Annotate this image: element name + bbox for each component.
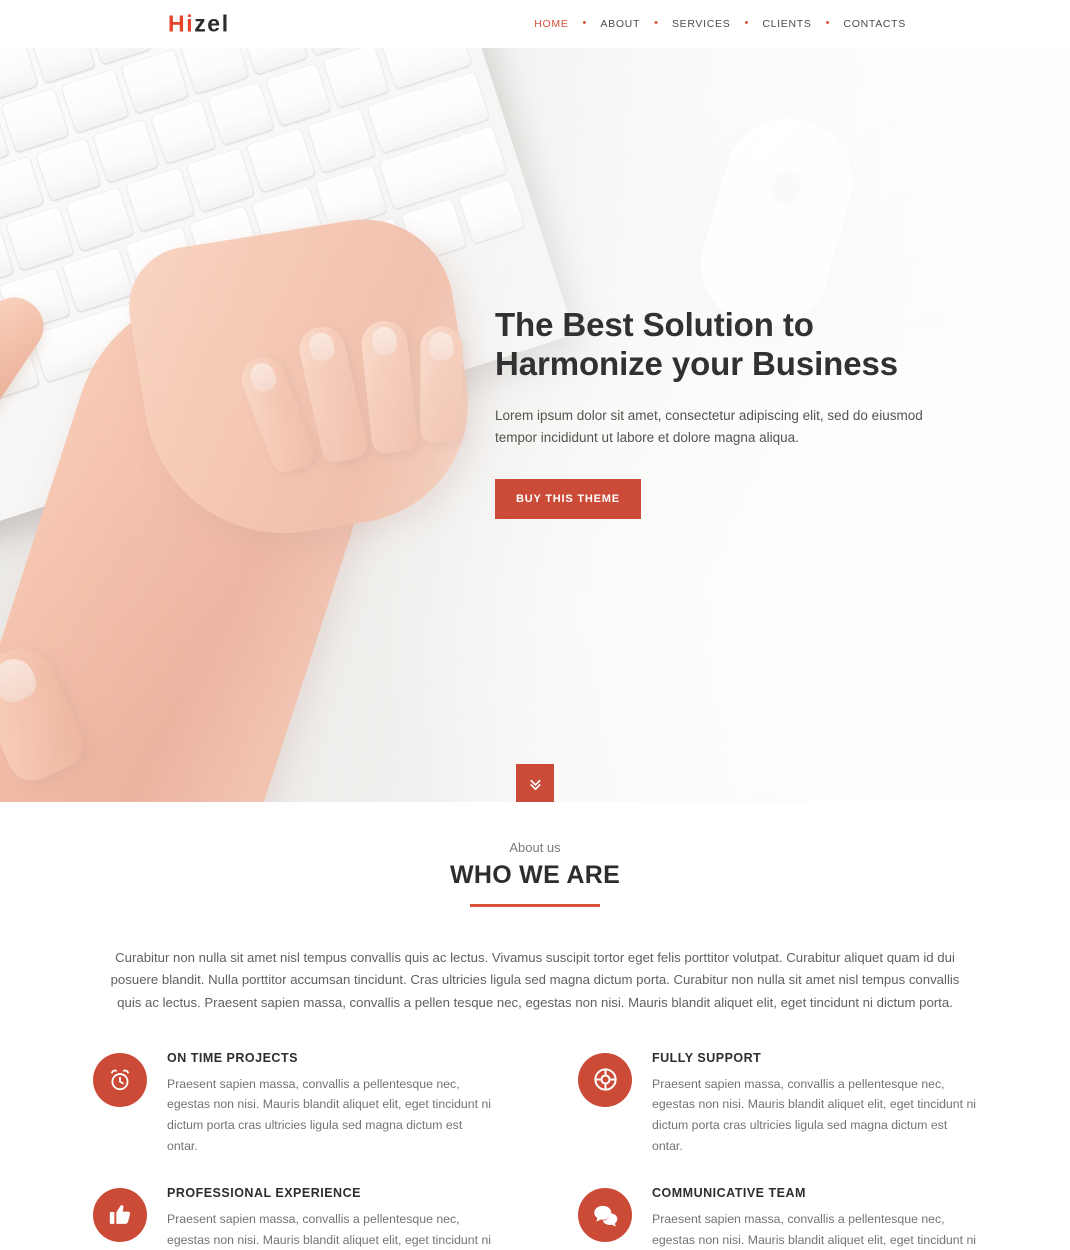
nav-item-contacts[interactable]: CONTACTS — [829, 18, 920, 30]
hero-title-line-2: Harmonize your Business — [495, 344, 898, 382]
hero-section: The Best Solution to Harmonize your Busi… — [0, 48, 1070, 802]
feature-text: Praesent sapien massa, convallis a pelle… — [167, 1212, 492, 1247]
logo-primary-text: Hi — [168, 10, 195, 37]
title-underline-rule — [470, 903, 600, 907]
hero-copy-block: The Best Solution to Harmonize your Busi… — [495, 306, 965, 519]
feature-item-professional-experience: PROFESSIONAL EXPERIENCE Praesent sapien … — [93, 1184, 492, 1250]
about-subtitle: About us — [509, 840, 561, 855]
nav-item-about[interactable]: ABOUT — [586, 18, 654, 30]
about-paragraph: Curabitur non nulla sit amet nisl tempus… — [110, 949, 960, 1010]
feature-text: Praesent sapien massa, convallis a pelle… — [652, 1212, 977, 1247]
finger — [420, 326, 463, 443]
scroll-down-button[interactable] — [516, 764, 554, 802]
nav-item-services[interactable]: SERVICES — [658, 18, 745, 30]
feature-title: ON TIME PROJECTS — [167, 1050, 298, 1065]
hero-title-line-1: The Best Solution to — [495, 306, 814, 343]
feature-title: COMMUNICATIVE TEAM — [652, 1186, 806, 1201]
chevron-double-down-icon — [527, 775, 544, 792]
thumbs-up-icon — [93, 1188, 147, 1243]
nav-item-clients[interactable]: CLIENTS — [748, 18, 825, 30]
nav-item-home[interactable]: HOME — [520, 18, 582, 30]
hero-title: The Best Solution to Harmonize your Busi… — [495, 306, 965, 383]
site-logo[interactable]: Hizel — [168, 10, 230, 37]
feature-item-on-time-projects: ON TIME PROJECTS Praesent sapien massa, … — [93, 1049, 492, 1157]
buy-this-theme-button[interactable]: BUY THIS THEME — [495, 478, 641, 519]
features-grid: ON TIME PROJECTS Praesent sapien massa, … — [93, 1049, 977, 1250]
feature-text: Praesent sapien massa, convallis a pelle… — [167, 1076, 492, 1153]
nav-separator-icon: • — [582, 16, 587, 29]
about-section-heading: About us WHO WE ARE — [0, 840, 1070, 907]
chat-bubbles-icon — [578, 1188, 632, 1243]
hero-subtitle: Lorem ipsum dolor sit amet, consectetur … — [495, 408, 923, 446]
about-section: About us WHO WE ARE Curabitur non nulla … — [0, 802, 1070, 1250]
nav-separator-icon: • — [654, 16, 658, 29]
main-navigation: HOME • ABOUT • SERVICES • CLIENTS • CONT… — [520, 16, 920, 30]
mouse-logo-mark — [769, 168, 805, 207]
about-title: WHO WE ARE — [449, 860, 621, 889]
feature-item-fully-support: FULLY SUPPORT Praesent sapien massa, con… — [578, 1049, 977, 1157]
nav-separator-icon: • — [825, 16, 830, 29]
lifebuoy-icon — [578, 1052, 632, 1107]
feature-title: PROFESSIONAL EXPERIENCE — [167, 1186, 361, 1201]
feature-item-communicative-team: COMMUNICATIVE TEAM Praesent sapien massa… — [578, 1184, 977, 1250]
nav-separator-icon: • — [744, 16, 749, 29]
finger — [359, 318, 419, 455]
alarm-clock-icon — [93, 1052, 147, 1107]
site-header: Hizel HOME • ABOUT • SERVICES • CLIENTS … — [0, 0, 1070, 48]
feature-text: Praesent sapien massa, convallis a pelle… — [652, 1076, 977, 1153]
logo-secondary-text: zel — [194, 10, 230, 37]
feature-title: FULLY SUPPORT — [652, 1050, 762, 1065]
